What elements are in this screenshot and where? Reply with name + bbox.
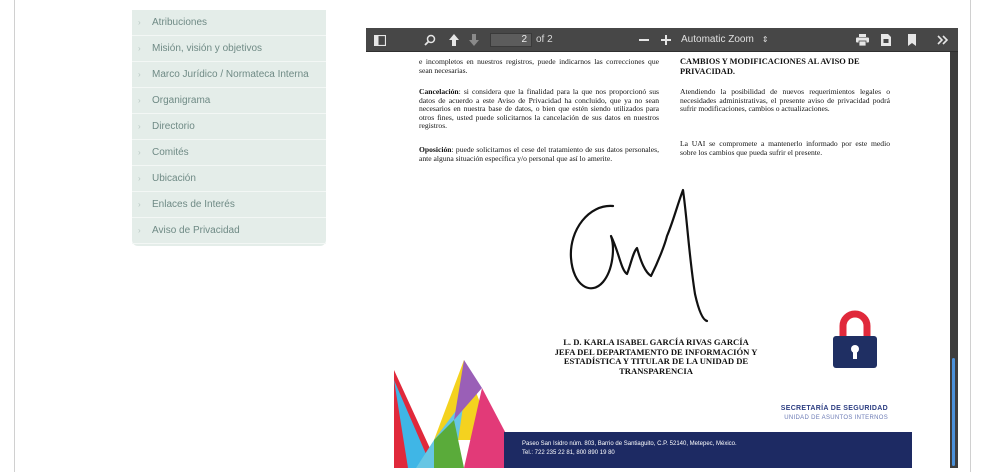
right-paragraph-1: Atendiendo la posibilidad de nuevos requ… bbox=[680, 87, 890, 114]
left-paragraph-cancelacion: Cancelación: si considera que la finalid… bbox=[419, 87, 659, 131]
sidebar-item-label: Aviso de Privacidad bbox=[152, 225, 240, 236]
footer-address: Paseo San Isidro núm. 803, Barrio de San… bbox=[522, 441, 737, 447]
lock-icon bbox=[833, 310, 877, 368]
sidebar-item-label: Directorio bbox=[152, 121, 195, 132]
zoom-select-label: Automatic Zoom bbox=[681, 34, 754, 45]
chevron-right-icon: › bbox=[138, 174, 141, 183]
sidebar-item-enlaces[interactable]: › Enlaces de Interés bbox=[132, 192, 326, 218]
pdf-toolbar: 2 of 2 Automatic Zoom ⇕ bbox=[366, 28, 958, 52]
agency-subtitle: UNIDAD DE ASUNTOS INTERNOS bbox=[784, 415, 888, 421]
agency-title: SECRETARÍA DE SEGURIDAD bbox=[780, 405, 888, 412]
signatory-title-3: TRANSPARENCIA bbox=[619, 365, 693, 376]
updown-arrow-icon: ⇕ bbox=[761, 35, 769, 44]
sidebar-item-label: Organigrama bbox=[152, 95, 211, 106]
pdf-viewer: 2 of 2 Automatic Zoom ⇕ e incompletos en … bbox=[366, 28, 958, 468]
right-paragraph-2: La UAI se compromete a mantenerlo inform… bbox=[680, 139, 890, 157]
chevron-right-icon: › bbox=[138, 44, 141, 53]
left-paragraph-1: e incompletos en nuestros registros, pue… bbox=[419, 57, 659, 75]
page-count-label: of 2 bbox=[536, 34, 553, 45]
sidebar-item-ubicacion[interactable]: › Ubicación bbox=[132, 166, 326, 192]
sidebar-item-atribuciones[interactable]: › Atribuciones bbox=[132, 10, 326, 36]
signature-image bbox=[569, 188, 709, 323]
chevron-right-icon: › bbox=[138, 200, 141, 209]
page-number-input[interactable]: 2 bbox=[490, 33, 532, 47]
footer-phone: Tel.: 722 235 22 81, 800 890 19 80 bbox=[522, 450, 615, 456]
plus-icon[interactable] bbox=[658, 28, 674, 52]
search-icon[interactable] bbox=[422, 28, 438, 52]
pdf-page: e incompletos en nuestros registros, pue… bbox=[366, 52, 950, 468]
frame-left-border bbox=[14, 0, 15, 472]
bookmark-icon[interactable] bbox=[904, 28, 920, 52]
sidebar-item-label: Comités bbox=[152, 147, 189, 158]
signatory-block: L. D. KARLA ISABEL GARCÍA RIVAS GARCÍA J… bbox=[526, 337, 786, 376]
sidebar-menu: › Atribuciones › Misión, visión y objetivo… bbox=[132, 10, 326, 246]
sidebar-item-label: Ubicación bbox=[152, 173, 196, 184]
chevron-right-icon: › bbox=[138, 148, 141, 157]
sidebar-item-organigrama[interactable]: › Organigrama bbox=[132, 88, 326, 114]
sidebar-item-aviso-privacidad[interactable]: › Aviso de Privacidad bbox=[132, 218, 326, 244]
left-paragraph-oposicion: Oposición: puede solicitarnos el cese de… bbox=[419, 145, 659, 163]
sidebar-item-marco-juridico[interactable]: › Marco Jurídico / Normateca Interna bbox=[132, 62, 326, 88]
sidebar-item-directorio[interactable]: › Directorio bbox=[132, 114, 326, 140]
double-chevron-right-icon[interactable] bbox=[934, 28, 952, 52]
frame-right-border bbox=[970, 0, 971, 472]
zoom-select[interactable]: Automatic Zoom ⇕ bbox=[681, 28, 769, 52]
download-icon[interactable] bbox=[878, 28, 894, 52]
minus-icon[interactable] bbox=[636, 28, 652, 52]
sidebar-item-comites[interactable]: › Comités bbox=[132, 140, 326, 166]
scrollbar-thumb[interactable] bbox=[952, 358, 955, 466]
sidebar-item-label: Atribuciones bbox=[152, 17, 208, 28]
sidebar-toggle-icon[interactable] bbox=[372, 28, 388, 52]
chevron-right-icon: › bbox=[138, 96, 141, 105]
oposicion-text: : puede solicitarnos el cese del tratami… bbox=[419, 145, 659, 163]
sidebar-item-label: Enlaces de Interés bbox=[152, 199, 235, 210]
sidebar-item-label: Marco Jurídico / Normateca Interna bbox=[152, 69, 309, 80]
arrow-down-icon[interactable] bbox=[466, 28, 482, 52]
chevron-right-icon: › bbox=[138, 226, 141, 235]
print-icon[interactable] bbox=[854, 28, 870, 52]
arrow-up-icon[interactable] bbox=[446, 28, 462, 52]
chevron-right-icon: › bbox=[138, 18, 141, 27]
chevron-right-icon: › bbox=[138, 70, 141, 79]
sidebar-item-mision[interactable]: › Misión, visión y objetivos bbox=[132, 36, 326, 62]
sidebar-item-label: Misión, visión y objetivos bbox=[152, 43, 263, 54]
chevron-right-icon: › bbox=[138, 122, 141, 131]
right-heading: CAMBIOS Y MODIFICACIONES AL AVISO DE PRI… bbox=[680, 57, 860, 76]
